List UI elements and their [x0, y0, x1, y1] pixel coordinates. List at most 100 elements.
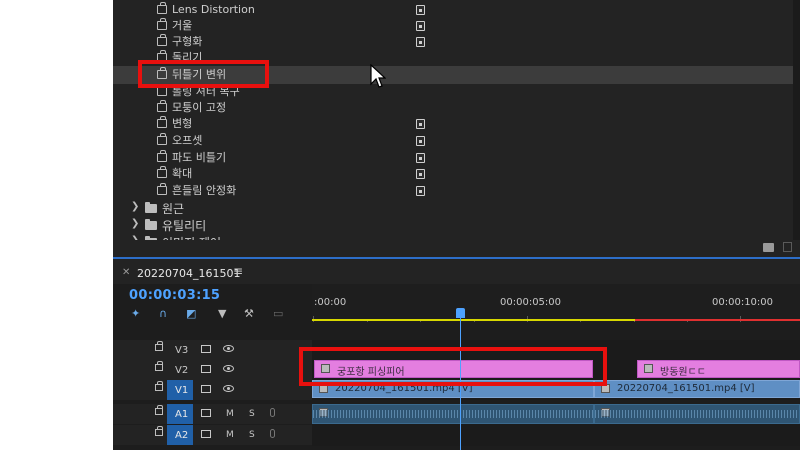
wrench-icon[interactable]: ⚒: [244, 307, 254, 320]
mute-button[interactable]: M: [226, 430, 234, 440]
effect-icon: [157, 166, 167, 178]
track-lane-a2[interactable]: [312, 425, 800, 446]
sequence-name: 20220704_161501: [137, 267, 241, 280]
highlight-box-clip: [299, 347, 607, 386]
lock-icon[interactable]: [155, 361, 163, 371]
accelerated-effect-icon: [416, 153, 425, 163]
mouse-cursor-icon: [370, 64, 386, 88]
audio-waveform: [313, 410, 593, 418]
linked-selection-icon[interactable]: ◩: [186, 307, 196, 320]
effect-icon: [157, 100, 167, 112]
sync-lock-icon[interactable]: [201, 430, 211, 438]
solo-button[interactable]: S: [249, 430, 255, 440]
sequence-tab[interactable]: ✕ 20220704_161501 ≡: [113, 259, 800, 284]
effect-icon: [157, 34, 167, 46]
effect-icon: [157, 183, 167, 195]
time-ruler[interactable]: :00:00 00:00:05:00 00:00:10:00: [312, 284, 800, 322]
track-label[interactable]: V3: [175, 345, 188, 356]
track-label[interactable]: A2: [175, 430, 188, 441]
effect-label: 오프셋: [172, 134, 203, 147]
clip-label: 20220704_161501.mp4 [V]: [617, 383, 755, 394]
track-header-v3: V3: [113, 340, 312, 360]
captions-icon[interactable]: ▭: [273, 307, 283, 320]
effects-panel: Lens Distortion 거울 구형화 돌리기 뒤틀기 변위 롤링 셔터 …: [113, 0, 800, 257]
microphone-icon[interactable]: [270, 408, 275, 417]
effect-label: 변형: [172, 117, 193, 130]
chevron-right-icon[interactable]: ❯: [131, 218, 139, 229]
accelerated-effect-icon: [416, 37, 425, 47]
track-header-v1: V1: [113, 380, 312, 400]
accelerated-effect-icon: [416, 186, 425, 196]
clip-a1-audio[interactable]: [312, 404, 594, 424]
playhead-timecode[interactable]: 00:00:03:15: [129, 288, 220, 303]
accelerated-effect-icon: [416, 5, 425, 15]
accelerated-effect-icon: [416, 21, 425, 31]
microphone-icon[interactable]: [270, 429, 275, 438]
mute-button[interactable]: M: [226, 409, 234, 419]
folder-icon: [145, 202, 157, 213]
ruler-label: :00:00: [314, 297, 347, 308]
folder-icon: [145, 219, 157, 230]
track-label[interactable]: V1: [175, 385, 188, 396]
accelerated-effect-icon: [416, 136, 425, 146]
render-bar-red: [635, 319, 800, 321]
premiere-window: Lens Distortion 거울 구형화 돌리기 뒤틀기 변위 롤링 셔터 …: [113, 0, 800, 450]
audio-waveform: [595, 410, 799, 418]
sync-lock-icon[interactable]: [201, 385, 211, 393]
clip-a1-audio-2[interactable]: [594, 404, 800, 424]
effects-scrollbar[interactable]: [793, 0, 800, 240]
effect-item[interactable]: 확대: [113, 165, 800, 183]
eye-icon[interactable]: [223, 385, 234, 392]
hamburger-menu-icon[interactable]: ≡: [233, 264, 243, 278]
track-label[interactable]: V2: [175, 365, 188, 376]
effect-label: 흔들림 안정화: [172, 184, 237, 197]
new-bin-icon[interactable]: [763, 243, 774, 252]
solo-button[interactable]: S: [249, 409, 255, 419]
chevron-right-icon[interactable]: ❯: [131, 201, 139, 212]
ruler-label: 00:00:10:00: [712, 297, 774, 308]
effect-item[interactable]: 변형: [113, 115, 800, 133]
close-icon[interactable]: ✕: [122, 267, 130, 278]
folder-label: 원근: [162, 202, 185, 216]
folder-item[interactable]: ❯ 원근: [113, 200, 800, 218]
eye-icon[interactable]: [223, 345, 234, 352]
effect-label: 확대: [172, 167, 193, 180]
effect-item[interactable]: 흔들림 안정화: [113, 182, 800, 200]
ruler-label: 00:00:05:00: [500, 297, 562, 308]
lock-icon[interactable]: [155, 426, 163, 436]
effect-icon: [157, 116, 167, 128]
effect-label: 구형화: [172, 35, 203, 48]
render-bar-yellow: [312, 319, 635, 321]
clip-v2-title-2[interactable]: 방동원ㄷㄷ: [637, 360, 800, 378]
track-header-v2: V2: [113, 360, 312, 380]
snap-magnet-icon[interactable]: ∩: [159, 307, 167, 320]
effect-icon: [157, 133, 167, 145]
sync-lock-icon[interactable]: [201, 345, 211, 353]
accelerated-effect-icon: [416, 169, 425, 179]
sync-lock-icon[interactable]: [201, 409, 211, 417]
clip-v1-video-2[interactable]: 20220704_161501.mp4 [V]: [594, 380, 800, 398]
playhead-handle[interactable]: [456, 308, 465, 318]
effect-label: 모퉁이 고정: [172, 101, 227, 114]
lock-icon[interactable]: [155, 381, 163, 391]
effect-label: 거울: [172, 19, 193, 32]
eye-icon[interactable]: [223, 365, 234, 372]
folder-label: 유틸리티: [162, 219, 207, 233]
sync-lock-icon[interactable]: [201, 365, 211, 373]
effect-label: 파도 비틀기: [172, 151, 227, 164]
trash-icon[interactable]: [783, 242, 792, 252]
effect-icon: [157, 84, 167, 96]
effect-icon: [157, 150, 167, 162]
effect-icon: [157, 2, 167, 14]
track-label[interactable]: A1: [175, 409, 188, 420]
add-marker-icon[interactable]: ▼: [218, 307, 226, 320]
track-header-a1: A1 M S: [113, 404, 312, 424]
accelerated-effect-icon: [416, 119, 425, 129]
nest-icon[interactable]: ✦: [131, 307, 140, 320]
lock-icon[interactable]: [155, 405, 163, 415]
lock-icon[interactable]: [155, 341, 163, 351]
effect-item[interactable]: 오프셋: [113, 132, 800, 150]
highlight-box-effect: [138, 60, 269, 88]
folder-item[interactable]: ❯ 유틸리티: [113, 217, 800, 235]
effects-footer: [113, 240, 800, 257]
